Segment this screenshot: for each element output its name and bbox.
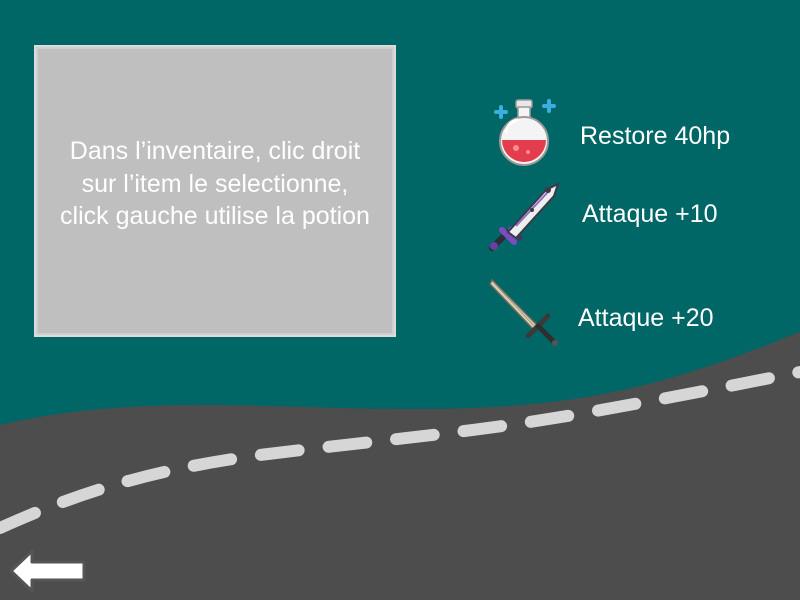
potion-effect-label: Restore 40hp	[580, 122, 731, 150]
instruction-text: Dans l’inventaire, clic droit sur l’item…	[60, 137, 370, 231]
road	[0, 332, 800, 600]
left-arrow-icon	[9, 549, 86, 593]
inventory-item-dark-sword[interactable]: Attaque +10	[486, 180, 786, 256]
instruction-panel: Dans l’inventaire, clic droit sur l’item…	[34, 45, 396, 337]
health-potion-icon	[494, 99, 556, 166]
dark-sword-effect-label: Attaque +10	[582, 200, 718, 228]
dark-sword-icon	[489, 182, 560, 251]
back-button[interactable]	[8, 548, 88, 594]
steel-sword-icon	[489, 278, 558, 346]
inventory-item-steel-sword[interactable]: Attaque +20	[488, 276, 788, 348]
inventory-item-potion[interactable]: Restore 40hp	[484, 96, 784, 176]
steel-sword-effect-label: Attaque +20	[578, 304, 714, 332]
